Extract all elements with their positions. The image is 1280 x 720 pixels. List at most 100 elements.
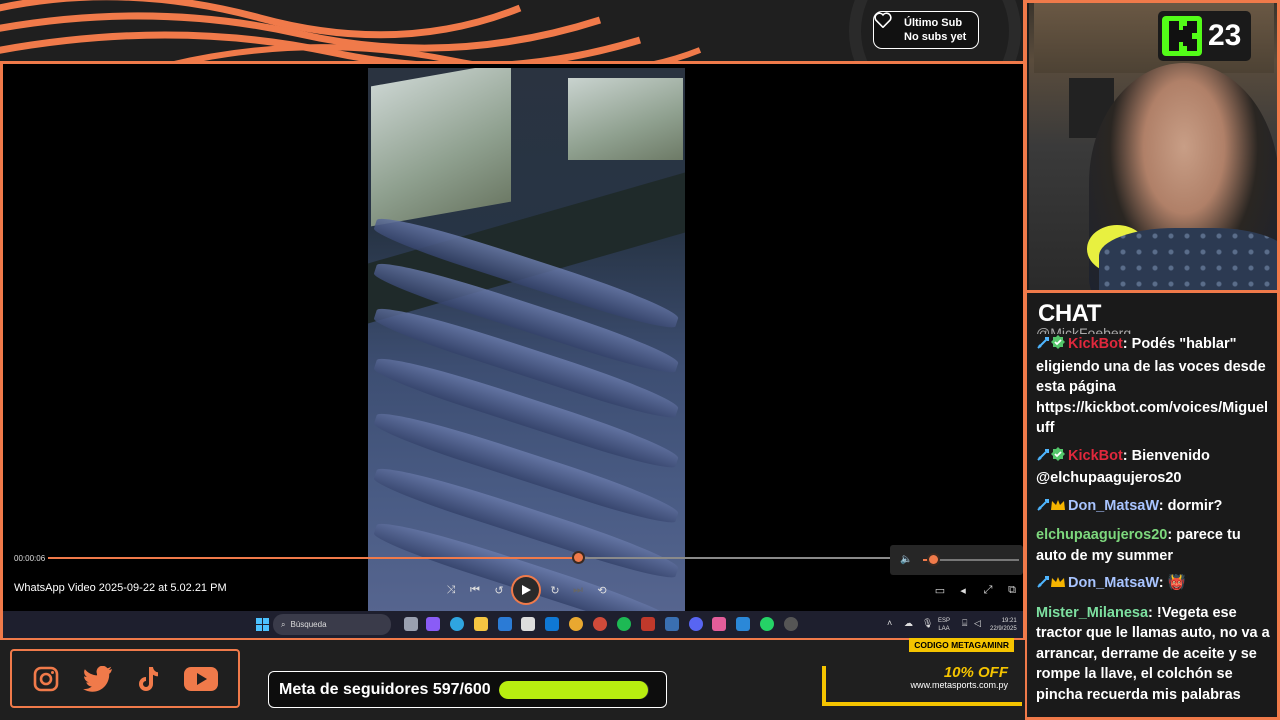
rewind-icon[interactable]: ↺ xyxy=(490,581,508,599)
follower-goal-fill xyxy=(498,680,648,699)
chat-username[interactable]: Don_MatsaW xyxy=(1068,575,1159,591)
last-sub-box: Último Sub No subs yet xyxy=(873,11,979,49)
taskbar-search[interactable]: ⌕ Búsqueda xyxy=(273,614,391,635)
chat-separator: : xyxy=(1158,497,1168,514)
copilot-icon[interactable] xyxy=(426,617,440,631)
verified-icon xyxy=(1051,335,1065,349)
windows-start-icon[interactable] xyxy=(256,618,269,631)
sword-icon xyxy=(1037,448,1049,461)
chat-username[interactable]: elchupaagujeros20 xyxy=(1036,527,1167,543)
sponsor-promo: CODIGO METAGAMINR 10% OFF www.metasports… xyxy=(822,636,1022,708)
crown-icon xyxy=(1051,577,1065,587)
chat-message: Don_MatsaW: dormir? xyxy=(1036,496,1272,519)
previous-icon[interactable]: ⏮ xyxy=(466,581,484,599)
system-clock[interactable]: 19:21 22/9/2025 xyxy=(990,617,1017,633)
chat-separator: : xyxy=(1148,604,1157,621)
chat-message: KickBot: Podés "hablar" eligiendo una de… xyxy=(1036,334,1272,439)
outlook-icon[interactable] xyxy=(545,617,559,631)
sword-icon xyxy=(1037,337,1049,349)
youtube-icon[interactable] xyxy=(183,666,219,692)
speaker-icon[interactable]: ◁ xyxy=(974,618,981,629)
verified-icon xyxy=(1051,446,1065,461)
chrome-icon[interactable] xyxy=(593,617,607,631)
last-sub-value: No subs yet xyxy=(904,31,967,43)
play-icon xyxy=(522,585,531,595)
edge-icon[interactable] xyxy=(450,617,464,631)
steam-icon[interactable] xyxy=(665,617,679,631)
subtitles-icon[interactable]: ▭ xyxy=(931,581,949,599)
next-icon[interactable]: ⏭ xyxy=(569,581,587,599)
fullscreen-icon[interactable]: ⤢ xyxy=(979,581,997,599)
file-explorer-icon[interactable] xyxy=(474,617,488,631)
chat-separator: : xyxy=(1167,527,1177,543)
chat-username[interactable]: Mister_Milanesa xyxy=(1036,605,1148,621)
follower-goal: Meta de seguidores 597/600 xyxy=(268,671,667,708)
tiktok-icon[interactable] xyxy=(136,665,160,693)
social-links xyxy=(10,649,240,708)
play-button[interactable] xyxy=(513,577,539,603)
chat-text: 👹 xyxy=(1167,575,1186,591)
whatsapp-icon[interactable] xyxy=(760,617,774,631)
chat-separator: : xyxy=(1122,336,1132,352)
chat-badges xyxy=(1036,575,1066,596)
media-player-icon[interactable] xyxy=(784,617,798,631)
chat-username[interactable]: KickBot xyxy=(1068,448,1123,464)
twitter-icon[interactable] xyxy=(82,665,113,692)
kick-logo-icon xyxy=(1162,16,1202,56)
lang-layout: LAA xyxy=(938,626,950,632)
chat-message: KickBot: Bienvenido @elchupaagujeros20 xyxy=(1036,446,1272,489)
follower-goal-text: Meta de seguidores 597/600 xyxy=(279,680,491,698)
audio-icon[interactable]: ◂ xyxy=(954,581,972,599)
chat-message: Mister_Milanesa: !Vegeta ese tractor que… xyxy=(1036,603,1272,706)
lang-code: ESP xyxy=(938,618,951,624)
chat-partial-message: @MickFoeberg xyxy=(1036,325,1132,334)
shuffle-icon[interactable]: ⤨ xyxy=(442,581,460,599)
last-sub-title: Último Sub xyxy=(904,17,963,29)
vscode-icon[interactable] xyxy=(736,617,750,631)
spotify-icon[interactable] xyxy=(617,617,631,631)
store-icon[interactable] xyxy=(521,617,535,631)
app-icon[interactable] xyxy=(498,617,512,631)
chat-text: dormir? xyxy=(1167,497,1223,514)
repeat-icon[interactable]: ⟲ xyxy=(593,581,611,599)
webcam-feed: 23 xyxy=(1029,3,1277,290)
promo-code: CODIGO METAGAMINR xyxy=(909,638,1014,652)
volume-panel: 🔈 xyxy=(890,545,1023,575)
chat-message: Don_MatsaW: 👹 xyxy=(1036,573,1272,596)
search-icon: ⌕ xyxy=(281,619,286,629)
video-frame xyxy=(368,68,685,613)
mic-icon[interactable]: 🎙 xyxy=(922,618,933,629)
chat-username[interactable]: KickBot xyxy=(1068,336,1123,352)
video-title: WhatsApp Video 2025-09-22 at 5.02.21 PM xyxy=(14,582,227,594)
chat-messages: @MickFoeberg KickBot: Podés "hablar" eli… xyxy=(1036,320,1272,712)
task-view-icon[interactable] xyxy=(404,617,418,631)
frame-line xyxy=(1023,0,1027,720)
chat-username[interactable]: Don_MatsaW xyxy=(1068,498,1159,514)
follower-goal-bar xyxy=(498,680,649,699)
clock-date: 22/9/2025 xyxy=(990,626,1017,632)
chrome-icon[interactable] xyxy=(569,617,583,631)
forward-icon[interactable]: ↻ xyxy=(546,581,564,599)
wifi-icon[interactable]: ☁ xyxy=(904,618,913,629)
crown-icon xyxy=(1051,499,1065,510)
miniplayer-icon[interactable]: ⧉ xyxy=(1003,581,1021,599)
network-icon[interactable]: ⌸ xyxy=(962,618,967,629)
volume-icon[interactable]: 🔈 xyxy=(900,554,912,565)
video-player[interactable]: 00:00:06 🔈 WhatsApp Video 2025-09-22 at … xyxy=(3,64,1023,636)
app-icon[interactable] xyxy=(641,617,655,631)
seek-progress xyxy=(48,557,579,559)
sword-icon xyxy=(1037,576,1049,588)
volume-handle[interactable] xyxy=(928,555,938,564)
chat-separator: : xyxy=(1158,575,1168,591)
tray-chevron-icon[interactable]: ˄ xyxy=(887,618,892,628)
app-icon[interactable] xyxy=(712,617,726,631)
windows-taskbar xyxy=(3,611,1023,638)
current-time: 00:00:06 xyxy=(14,554,46,563)
instagram-icon[interactable] xyxy=(32,665,60,693)
chat-badges xyxy=(1036,446,1066,469)
search-placeholder: Búsqueda xyxy=(290,620,327,629)
promo-discount: 10% OFF xyxy=(943,664,1008,681)
chat-separator: : xyxy=(1122,447,1132,464)
discord-icon[interactable] xyxy=(689,617,703,631)
language-indicator[interactable]: ESP LAA xyxy=(938,617,950,633)
